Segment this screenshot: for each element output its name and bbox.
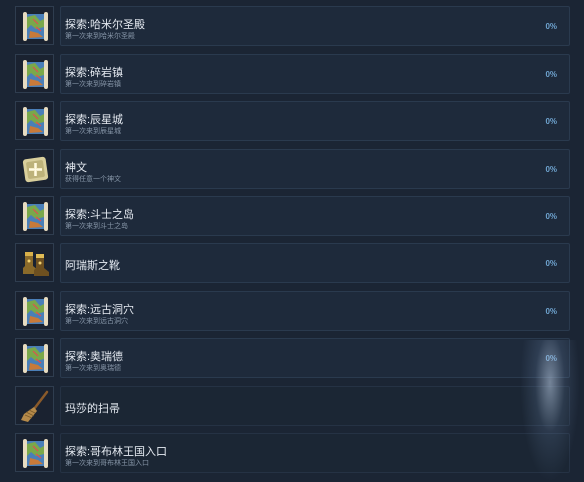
achievement-title: 探索:哥布林王国入口 xyxy=(65,446,168,458)
achievement-title: 探索:碎岩镇 xyxy=(65,67,124,79)
achievement-row[interactable]: 探索:奥瑞德 第一次来到奥瑞德 0% xyxy=(12,338,571,378)
map-scroll-icon xyxy=(15,338,54,377)
achievement-description: 获得任意一个神文 xyxy=(65,176,121,183)
achievement-card: 探索:哈米尔圣殿 第一次来到哈米尔圣殿 0% xyxy=(60,6,570,46)
achievement-percent: 0% xyxy=(545,165,557,174)
achievement-title: 神文 xyxy=(65,162,87,174)
achievement-title: 玛莎的扫帚 xyxy=(65,403,120,415)
map-scroll-icon xyxy=(15,196,54,235)
map-scroll-icon xyxy=(15,291,54,330)
achievement-card: 探索:辰星城 第一次来到辰星城 0% xyxy=(60,101,570,141)
boots-icon xyxy=(15,243,54,282)
map-scroll-icon xyxy=(15,101,54,140)
achievement-percent: 0% xyxy=(545,22,557,31)
achievement-percent: 0% xyxy=(545,307,557,316)
achievement-description: 第一次来到哥布林王国入口 xyxy=(65,460,149,467)
achievement-percent: 0% xyxy=(545,70,557,79)
achievement-title: 探索:远古洞穴 xyxy=(65,304,135,316)
achievement-title: 探索:奥瑞德 xyxy=(65,351,124,363)
map-scroll-icon xyxy=(15,54,54,93)
achievement-description: 第一次来到远古洞穴 xyxy=(65,318,128,325)
achievement-row[interactable]: 探索:哈米尔圣殿 第一次来到哈米尔圣殿 0% xyxy=(12,6,571,46)
achievement-row[interactable]: 探索:辰星城 第一次来到辰星城 0% xyxy=(12,101,571,141)
achievement-card: 探索:哥布林王国入口 第一次来到哥布林王国入口 xyxy=(60,433,570,473)
map-scroll-icon xyxy=(15,6,54,45)
achievement-description: 第一次来到奥瑞德 xyxy=(65,365,121,372)
achievement-row[interactable]: 探索:碎岩镇 第一次来到碎岩镇 0% xyxy=(12,54,571,94)
map-scroll-icon xyxy=(15,433,54,472)
achievement-card: 阿瑞斯之靴 0% xyxy=(60,243,570,283)
achievement-row[interactable]: 阿瑞斯之靴 0% xyxy=(12,243,571,283)
achievement-card: 探索:碎岩镇 第一次来到碎岩镇 0% xyxy=(60,54,570,94)
achievement-row[interactable]: 探索:远古洞穴 第一次来到远古洞穴 0% xyxy=(12,291,571,331)
achievement-title: 阿瑞斯之靴 xyxy=(65,260,120,272)
achievement-title: 探索:斗士之岛 xyxy=(65,209,135,221)
achievement-percent: 0% xyxy=(545,354,557,363)
achievement-percent: 0% xyxy=(545,212,557,221)
achievement-card: 神文 获得任意一个神文 0% xyxy=(60,149,570,189)
achievement-card: 探索:奥瑞德 第一次来到奥瑞德 0% xyxy=(60,338,570,378)
achievement-card: 玛莎的扫帚 xyxy=(60,386,570,426)
achievement-description: 第一次来到辰星城 xyxy=(65,128,121,135)
achievement-title: 探索:哈米尔圣殿 xyxy=(65,19,146,31)
achievement-description: 第一次来到斗士之岛 xyxy=(65,223,128,230)
achievement-row[interactable]: 神文 获得任意一个神文 0% xyxy=(12,149,571,189)
achievement-title: 探索:辰星城 xyxy=(65,114,124,126)
achievement-card: 探索:远古洞穴 第一次来到远古洞穴 0% xyxy=(60,291,570,331)
achievement-row[interactable]: 玛莎的扫帚 xyxy=(12,386,571,426)
rune-tablet-icon xyxy=(15,149,54,188)
achievement-card: 探索:斗士之岛 第一次来到斗士之岛 0% xyxy=(60,196,570,236)
achievement-description: 第一次来到哈米尔圣殿 xyxy=(65,33,135,40)
achievement-row[interactable]: 探索:哥布林王国入口 第一次来到哥布林王国入口 xyxy=(12,433,571,473)
broom-icon xyxy=(15,386,54,425)
achievement-percent: 0% xyxy=(545,117,557,126)
achievement-description: 第一次来到碎岩镇 xyxy=(65,81,121,88)
achievement-percent: 0% xyxy=(545,259,557,268)
achievement-row[interactable]: 探索:斗士之岛 第一次来到斗士之岛 0% xyxy=(12,196,571,236)
